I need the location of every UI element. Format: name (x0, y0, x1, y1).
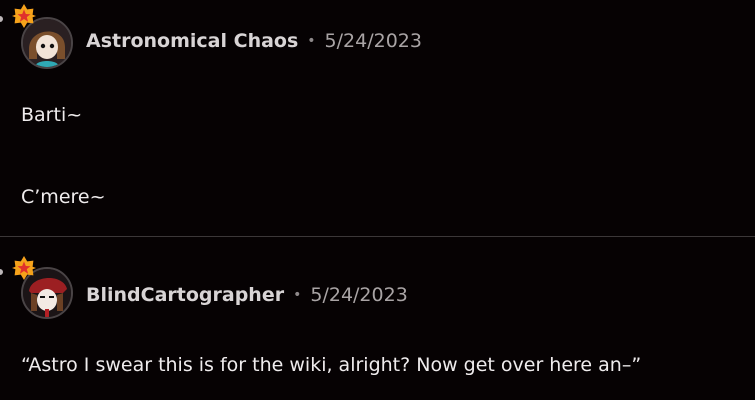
comment-text: “Astro I swear this is for the wiki, alr… (21, 354, 642, 376)
comment-date: 5/24/2023 (324, 30, 422, 52)
thread-dot (0, 269, 3, 275)
author-name[interactable]: BlindCartographer (86, 284, 284, 306)
comment-text: C’mere~ (21, 186, 106, 208)
comment-text: Barti~ (21, 104, 83, 126)
comment-header: Astronomical Chaos • 5/24/2023 (86, 29, 422, 53)
comment-item: Astronomical Chaos • 5/24/2023 Barti~ C’… (0, 0, 755, 236)
comment-header: BlindCartographer • 5/24/2023 (86, 283, 408, 307)
comment-date: 5/24/2023 (310, 284, 408, 306)
separator-dot: • (293, 287, 302, 303)
thread-dot (0, 16, 3, 22)
comment-item: BlindCartographer • 5/24/2023 “Astro I s… (0, 237, 755, 400)
star-badge-icon (12, 256, 36, 280)
star-badge-icon (12, 4, 36, 28)
separator-dot: • (307, 33, 316, 49)
author-name[interactable]: Astronomical Chaos (86, 30, 298, 52)
